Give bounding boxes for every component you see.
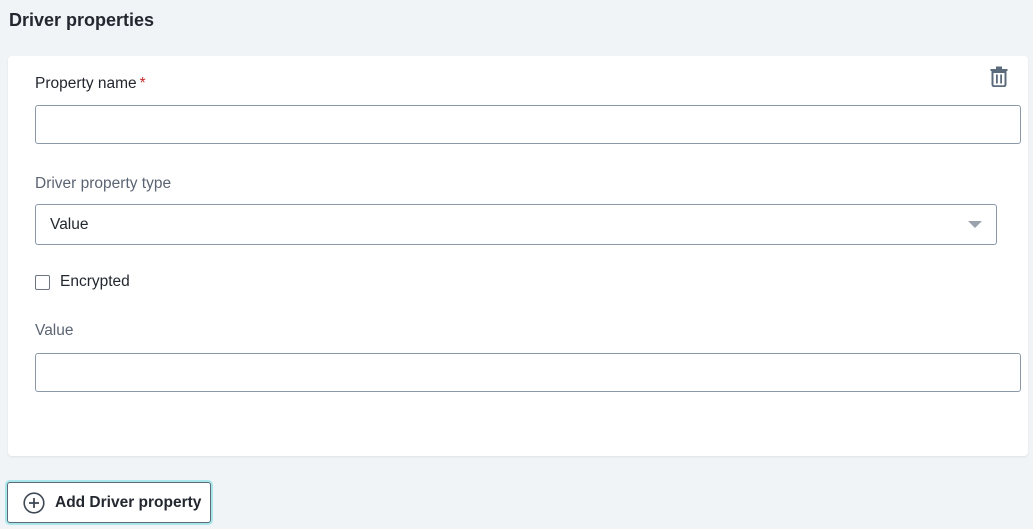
value-label: Value: [35, 322, 74, 339]
delete-property-button[interactable]: [987, 64, 1011, 88]
add-driver-property-button[interactable]: Add Driver property: [7, 482, 211, 523]
driver-property-type-selected-value: Value: [50, 216, 89, 233]
plus-circle-icon: [23, 491, 45, 514]
required-marker: *: [139, 75, 146, 92]
encrypted-checkbox-row[interactable]: Encrypted: [35, 273, 130, 291]
caret-down-icon: [968, 221, 982, 228]
driver-property-type-select[interactable]: Value: [35, 204, 997, 245]
encrypted-checkbox[interactable]: [35, 274, 50, 290]
driver-property-card: Property name * Driver property type Valu…: [8, 56, 1028, 456]
property-name-label-text: Property name: [35, 75, 137, 92]
section-title: Driver properties: [9, 10, 155, 30]
encrypted-label: Encrypted: [60, 273, 130, 290]
driver-property-type-label: Driver property type: [35, 175, 172, 192]
property-name-label: Property name *: [35, 75, 146, 93]
trash-icon: [990, 66, 1008, 87]
property-name-input[interactable]: [35, 105, 1021, 144]
add-driver-property-label: Add Driver property: [55, 493, 202, 511]
value-input[interactable]: [35, 353, 1021, 392]
